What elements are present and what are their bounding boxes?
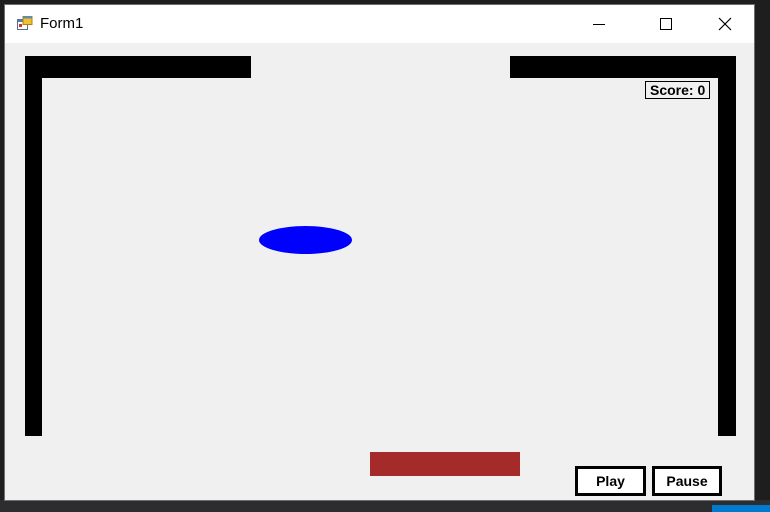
minimize-button[interactable] [576, 5, 622, 43]
left-wall [25, 56, 42, 436]
close-button[interactable] [702, 5, 748, 43]
background-status-accent [712, 505, 770, 512]
title-bar[interactable]: Form1 [5, 5, 754, 43]
minimize-icon [593, 24, 605, 25]
ball [259, 226, 352, 254]
game-area: Score: 0 Play Pause [5, 43, 754, 500]
form-window: Form1 Score: 0 Play Pause [4, 4, 755, 501]
play-button[interactable]: Play [575, 466, 646, 496]
pause-button[interactable]: Pause [652, 466, 722, 496]
background-editor-bar [0, 500, 770, 512]
window-title: Form1 [40, 15, 84, 32]
app-form-icon [17, 16, 33, 30]
maximize-icon [660, 18, 672, 30]
paddle[interactable] [370, 452, 520, 476]
top-left-wall [25, 56, 251, 78]
close-icon [718, 17, 732, 31]
maximize-button[interactable] [643, 5, 689, 43]
top-right-wall [510, 56, 736, 78]
score-label: Score: 0 [645, 81, 711, 99]
right-wall [718, 56, 736, 436]
